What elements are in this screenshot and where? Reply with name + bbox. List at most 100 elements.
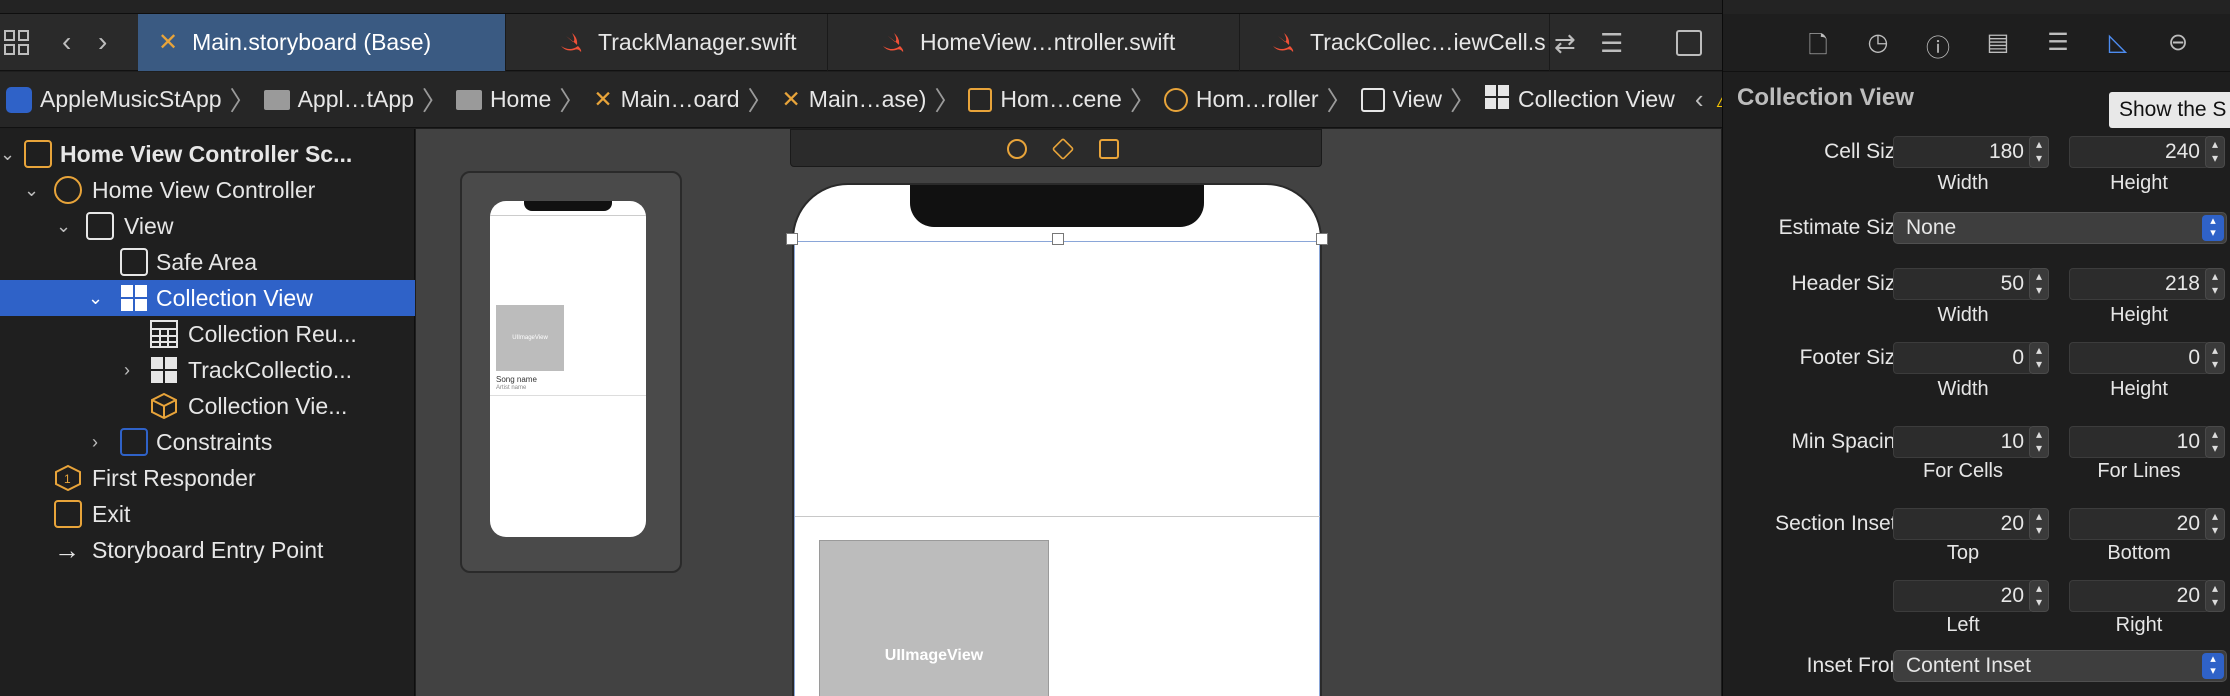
exit-icon[interactable] [1099,139,1119,159]
breadcrumb-home-folder[interactable]: Home [455,86,551,113]
minimap-divider [490,215,646,216]
footer-height-field[interactable]: 0 [2069,342,2209,374]
breadcrumb-scene[interactable]: Hom…cene [968,86,1122,113]
stepper[interactable]: ▴ ▾ [2029,426,2049,458]
minimap-artist-label: Artist name [496,385,527,391]
outline-item-view[interactable]: ⌄ View [0,208,415,244]
tab-track-collection-cell[interactable]: TrackCollec…iewCell.s [1250,14,1550,71]
stepper[interactable]: ▴ ▾ [2205,342,2225,374]
stepper[interactable]: ▴ ▾ [2029,580,2049,612]
ruler-icon[interactable]: ◺ [2103,28,2133,58]
inset-top-field[interactable]: 20 [1893,508,2033,540]
tab-home-view-controller[interactable]: HomeView…ntroller.swift [860,14,1240,71]
inset-left-field[interactable]: 20 [1893,580,2033,612]
device-notch [910,185,1204,227]
chevron-right-icon[interactable]: › [124,360,130,381]
chevron-right-icon: 〉 [229,86,256,116]
history-icon[interactable]: ◷ [1863,28,1893,58]
stepper[interactable]: ▴ ▾ [2205,508,2225,540]
minimap-song-label: Song name [496,375,537,384]
breadcrumb-view[interactable]: View [1360,86,1442,113]
header-height-field[interactable]: 218 [2069,268,2209,300]
breadcrumb-project[interactable]: AppleMusicStApp [6,86,222,113]
outline-item-exit[interactable]: Exit [0,496,415,532]
tab-track-manager[interactable]: TrackManager.swift [538,14,828,71]
resize-handle[interactable] [786,233,798,245]
stepper[interactable]: ▴ ▾ [2029,268,2049,300]
stepper[interactable]: ▴ ▾ [2205,426,2225,458]
outline-item-entry-point[interactable]: → Storyboard Entry Point [0,532,415,568]
image-view[interactable]: UIImageView [819,540,1049,696]
first-responder-icon[interactable] [1051,137,1075,161]
window-top-strip [0,0,1722,14]
stepper[interactable]: ▴ ▾ [2205,268,2225,300]
storyboard-icon: ✕ [158,29,179,56]
outline-item-scene[interactable]: ⌄ Home View Controller Sc... [0,136,415,172]
cell-height-field[interactable]: 240 [2069,136,2209,168]
tab-main-storyboard[interactable]: ✕ Main.storyboard (Base) [138,14,506,71]
outline-item-constraints[interactable]: › Constraints [0,424,415,460]
collection-view-icon [1484,84,1510,116]
back-icon[interactable]: ‹ [62,26,71,58]
outline-item-safe-area[interactable]: Safe Area [0,244,415,280]
chevron-right-icon[interactable]: › [92,432,98,453]
connections-icon[interactable]: ⊖ [2163,28,2193,58]
jump-bar: AppleMusicStApp 〉 Appl…tApp 〉 Home 〉 ✕ M… [0,72,1722,128]
breadcrumb-controller[interactable]: Hom…roller [1163,86,1319,113]
stepper[interactable]: ▴ ▾ [2205,136,2225,168]
cell-width-field[interactable]: 180 [1893,136,2033,168]
chevron-right-icon: 〉 [747,86,774,116]
stepper[interactable]: ▴ ▾ [2029,342,2049,374]
footer-width-field[interactable]: 0 [1893,342,2033,374]
resize-handle[interactable] [1052,233,1064,245]
header-width-field[interactable]: 50 [1893,268,2033,300]
inset-bottom-field[interactable]: 20 [2069,508,2209,540]
outline-item-reusable-view[interactable]: Collection Reu... [0,316,415,352]
outline-item-track-cell[interactable]: › TrackCollectio... [0,352,415,388]
spacing-cells-field[interactable]: 10 [1893,426,2033,458]
chevron-down-icon[interactable]: ⌄ [56,216,71,237]
swap-icon[interactable]: ⇄ [1554,28,1576,59]
outline-item-first-responder[interactable]: 1 First Responder [0,460,415,496]
estimate-size-popup[interactable]: None ▴ ▾ [1893,212,2227,244]
breadcrumb-folder[interactable]: Appl…tApp [263,86,414,113]
outline-item-home-view-controller[interactable]: ⌄ Home View Controller [0,172,415,208]
minimap-device: UIImageView Song name Artist name [490,201,646,537]
spacing-lines-field[interactable]: 10 [2069,426,2209,458]
help-icon[interactable]: ⓘ [1923,28,1953,62]
scene-minimap[interactable]: UIImageView Song name Artist name [460,171,682,573]
file-icon[interactable]: 🗋 [1803,28,1833,59]
attributes-icon[interactable]: ☰ [2043,28,2073,58]
breadcrumb-collection-view[interactable]: Collection View [1484,84,1675,116]
breadcrumb-storyboard-base[interactable]: ✕ Main…ase) [782,86,927,113]
popup-value: Content Inset [1906,654,2031,677]
outline-item-collection-view-layout[interactable]: Collection Vie... [0,388,415,424]
minimap-image-view: UIImageView [496,305,564,371]
forward-icon[interactable]: › [98,26,107,58]
chevron-down-icon[interactable]: ⌄ [24,180,39,201]
view-controller-icon[interactable] [1007,139,1027,159]
tab-label: TrackCollec…iewCell.s [1310,29,1546,55]
inset-right-field[interactable]: 20 [2069,580,2209,612]
stepper[interactable]: ▴ ▾ [2029,136,2049,168]
stepper[interactable]: ▴ ▾ [2205,580,2225,612]
stepper[interactable]: ▴ ▾ [2029,508,2049,540]
chevron-left-icon[interactable]: ‹ [1695,84,1704,115]
right-caption: Right [2115,614,2163,636]
chevron-down-icon[interactable]: ⌄ [0,144,15,165]
cell-size-label: Cell Size [1824,140,1907,163]
inset-from-popup[interactable]: Content Inset ▴ ▾ [1893,650,2227,682]
outline-item-collection-view[interactable]: ⌄ Collection View [0,280,415,316]
identity-icon[interactable]: ▤ [1983,28,2013,58]
scene-icon [24,140,52,168]
breadcrumb-storyboard[interactable]: ✕ Main…oard [593,86,739,113]
chevron-down-icon[interactable]: ⌄ [88,288,103,309]
resize-handle[interactable] [1316,233,1328,245]
lines-icon[interactable]: ☰ [1600,28,1623,59]
outline-label: Exit [92,500,131,527]
breadcrumb-label: View [1392,86,1442,112]
storyboard-canvas[interactable]: UIImageView Song name Artist name UIImag… [416,129,1721,696]
grid-icon[interactable] [4,30,30,56]
collection-view[interactable]: UIImageView [794,241,1320,696]
add-editor-icon[interactable] [1676,30,1702,56]
